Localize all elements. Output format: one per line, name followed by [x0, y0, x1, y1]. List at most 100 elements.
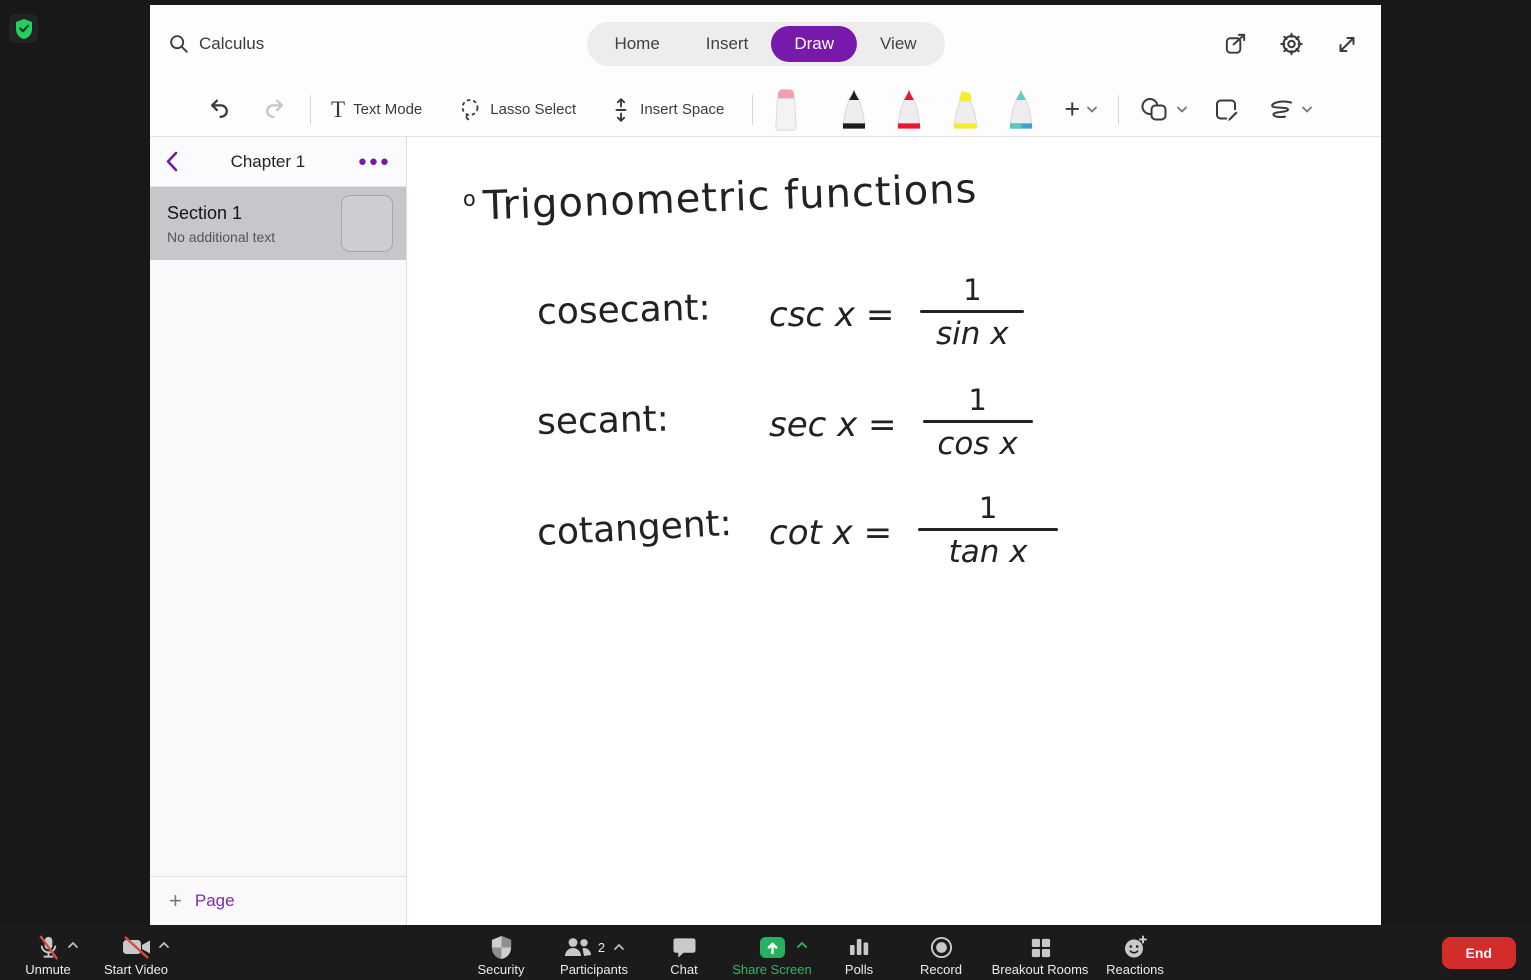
term-text: cosecant: [536, 287, 712, 334]
zoom-toolbar: Unmute Start Video Security 2 Participan… [0, 925, 1531, 980]
handwritten-line-cotangent: cotangent: cot x = 1 tan x [536, 491, 1059, 570]
pen-black-tool[interactable] [837, 89, 871, 131]
fraction-bar [920, 310, 1025, 313]
share-button[interactable] [1223, 32, 1248, 57]
draw-toolbar: T Text Mode Lasso Select Insert Space + [150, 83, 1381, 137]
polls-button[interactable]: Polls [836, 934, 882, 977]
expression-text: csc x = [769, 295, 895, 335]
polls-label: Polls [844, 962, 874, 977]
undo-icon [208, 97, 233, 122]
security-button[interactable]: Security [470, 934, 532, 977]
sidebar-header: Chapter 1 ●●● [150, 137, 406, 187]
more-options-button[interactable]: ●●● [358, 153, 391, 170]
fraction-denominator: tan x [948, 534, 1028, 570]
fraction-denominator: cos x [937, 426, 1018, 462]
shield-check-icon [14, 18, 34, 40]
add-pen-button[interactable]: + [1064, 96, 1098, 123]
record-button[interactable]: Record [911, 934, 971, 977]
tab-draw[interactable]: Draw [771, 26, 858, 62]
record-label: Record [920, 962, 962, 977]
highlighter-yellow-tool[interactable] [947, 89, 983, 131]
share-screen-caret[interactable] [796, 941, 808, 949]
share-screen-label: Share Screen [732, 962, 812, 977]
pen-red-icon [892, 89, 926, 131]
app-topbar: Calculus Home Insert Draw View [150, 5, 1381, 83]
search-value: Calculus [199, 34, 265, 53]
bullet-mark: o [462, 186, 478, 211]
note-pen-icon [1214, 97, 1240, 123]
unmute-label: Unmute [25, 962, 71, 977]
highlighter-yellow-icon [947, 89, 983, 131]
section-list-item[interactable]: Section 1 No additional text [150, 187, 406, 260]
pen-teal-icon [1004, 89, 1038, 131]
eraser-icon [771, 88, 801, 132]
pen-black-icon [837, 89, 871, 131]
fraction-numerator: 1 [968, 383, 987, 417]
sidebar-empty-area [150, 260, 406, 876]
sticky-note-button[interactable] [1214, 97, 1240, 123]
section-item-text: Section 1 No additional text [167, 203, 341, 245]
video-options-caret[interactable] [158, 941, 170, 949]
expand-icon [1335, 32, 1359, 56]
chevron-down-icon [1176, 105, 1188, 114]
participants-caret[interactable] [613, 943, 625, 951]
chat-icon [672, 934, 697, 960]
settings-button[interactable] [1279, 32, 1304, 57]
back-button[interactable] [165, 151, 178, 172]
handwritten-title: o Trigonometric functions [462, 166, 978, 230]
share-screen-icon [759, 934, 807, 960]
chat-button[interactable]: Chat [659, 934, 709, 977]
record-icon [930, 934, 953, 960]
ink-to-shape-button[interactable] [1266, 98, 1313, 122]
lasso-select-button[interactable]: Lasso Select [458, 97, 576, 123]
section-title: Section 1 [167, 202, 243, 223]
note-canvas[interactable]: o Trigonometric functions cosecant: csc x… [407, 137, 1381, 925]
search-field[interactable]: Calculus [168, 33, 264, 55]
toolbar-divider [1118, 94, 1120, 125]
pen-teal-tool[interactable] [1004, 89, 1038, 131]
text-mode-button[interactable]: T Text Mode [331, 97, 422, 123]
tab-insert[interactable]: Insert [683, 26, 772, 62]
search-icon [168, 33, 190, 55]
tab-view[interactable]: View [857, 26, 940, 62]
unmute-button[interactable]: Unmute [14, 934, 82, 977]
tab-home[interactable]: Home [591, 26, 682, 62]
add-page-button[interactable]: + Page [150, 876, 406, 925]
breakout-rooms-label: Breakout Rooms [991, 962, 1089, 977]
term-text: secant: [536, 398, 670, 444]
topbar-actions [1223, 32, 1359, 57]
plus-icon: + [169, 888, 182, 913]
breakout-rooms-button[interactable]: Breakout Rooms [988, 934, 1092, 977]
app-body: Chapter 1 ●●● Section 1 No additional te… [150, 137, 1381, 925]
toolbar-divider [310, 94, 311, 125]
pen-red-tool[interactable] [892, 89, 926, 131]
text-mode-label: Text Mode [353, 101, 423, 118]
end-meeting-button[interactable]: End [1441, 937, 1516, 969]
expression-text: sec x = [769, 405, 897, 445]
participants-button[interactable]: 2 Participants [546, 934, 642, 977]
squiggle-icon [1266, 98, 1295, 122]
fraction-numerator: 1 [963, 273, 982, 307]
handwritten-line-secant: secant: sec x = 1 cos x [536, 383, 1033, 462]
eraser-tool[interactable] [771, 88, 801, 132]
reactions-label: Reactions [1106, 962, 1164, 977]
chevron-down-icon [1086, 105, 1098, 114]
shapes-button[interactable] [1139, 97, 1188, 123]
share-screen-button[interactable]: Share Screen [718, 934, 826, 977]
shapes-icon [1139, 97, 1170, 123]
undo-button[interactable] [208, 97, 233, 122]
share-icon [1223, 32, 1248, 57]
fraction-bar [918, 528, 1059, 531]
encryption-badge[interactable] [9, 14, 38, 43]
start-video-button[interactable]: Start Video [96, 934, 176, 977]
breakout-rooms-icon [1029, 934, 1052, 960]
term-text: cotangent: [536, 502, 733, 555]
redo-button[interactable] [261, 97, 286, 122]
fullscreen-button[interactable] [1335, 32, 1359, 56]
reactions-button[interactable]: Reactions [1100, 934, 1170, 977]
audio-options-caret[interactable] [67, 941, 79, 949]
fraction: 1 tan x [918, 491, 1059, 570]
start-video-label: Start Video [103, 962, 169, 977]
participants-icon-row: 2 [563, 934, 625, 960]
insert-space-button[interactable]: Insert Space [610, 97, 724, 123]
